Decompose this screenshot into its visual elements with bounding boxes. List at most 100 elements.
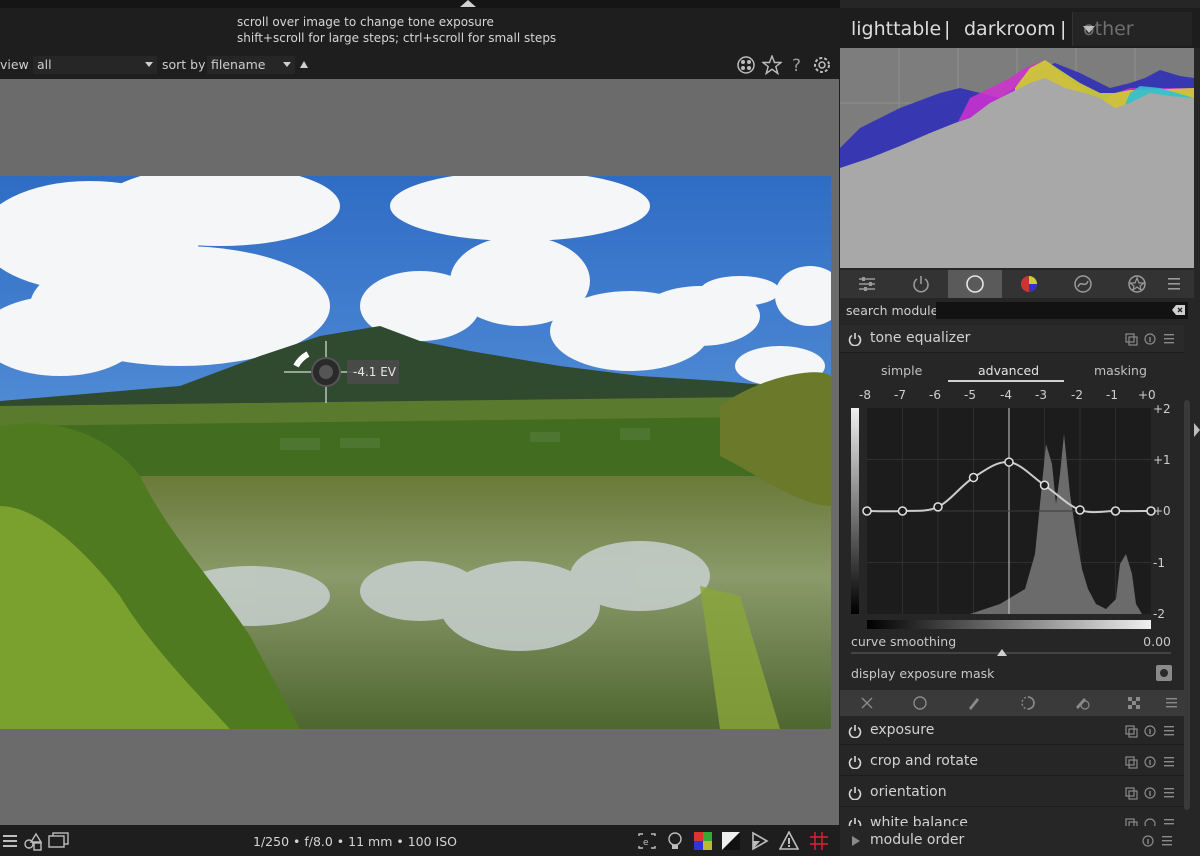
tab-advanced[interactable]: advanced — [978, 363, 1039, 378]
help-icon[interactable]: ? — [786, 54, 808, 76]
module-header-white-balance[interactable]: white balance — [840, 810, 1184, 826]
curve-node[interactable] — [1075, 505, 1085, 515]
tab-simple[interactable]: simple — [881, 363, 922, 378]
module-order-icons[interactable] — [1140, 833, 1176, 849]
image-exif-info: 1/250 • f/8.0 • 11 mm • 100 ISO — [253, 834, 457, 849]
center-view[interactable]: -4.1 EV — [0, 79, 839, 825]
search-module-input[interactable] — [936, 302, 1188, 319]
curve-node[interactable] — [968, 472, 979, 483]
view-switcher: lighttable | darkroom | other — [840, 8, 1200, 48]
sort-dropdown[interactable]: filename — [207, 56, 295, 74]
right-panel: lighttable | darkroom | other search mod… — [840, 0, 1200, 856]
curve-smoothing-slider[interactable]: curve smoothing 0.00 — [840, 634, 1184, 664]
hint-line-1: scroll over image to change tone exposur… — [237, 15, 494, 29]
power-icon[interactable] — [848, 817, 862, 826]
slider-track[interactable] — [851, 652, 1171, 654]
color-assessment-icon[interactable] — [692, 830, 714, 852]
module-header-crop-and-rotate[interactable]: crop and rotate — [840, 748, 1184, 776]
curve-node[interactable] — [1004, 457, 1014, 467]
display-exposure-mask-label: display exposure mask — [851, 666, 995, 681]
bottom-toolbar: 1/250 • f/8.0 • 11 mm • 100 ISO e — [0, 826, 839, 856]
parametric-mask-icon[interactable] — [1018, 694, 1038, 712]
histogram[interactable] — [840, 48, 1194, 268]
svg-text:e: e — [643, 838, 649, 848]
quick-access-icon[interactable] — [840, 270, 894, 298]
ev-scale-top: -8 -7 -6 -5 -4 -3 -2 -1 +0 — [840, 388, 1184, 402]
photo-preview[interactable]: -4.1 EV — [0, 176, 831, 729]
module-search: search module — [840, 300, 1194, 322]
filmstrip-filter-bar: view all sort by filename ? — [0, 52, 840, 78]
module-header-orientation[interactable]: orientation — [840, 779, 1184, 807]
menu-icon[interactable] — [1162, 694, 1182, 712]
menu-icon[interactable] — [1156, 270, 1194, 298]
display-exposure-mask-toggle[interactable] — [1156, 665, 1172, 681]
curve-node[interactable] — [862, 506, 872, 516]
module-name: tone equalizer — [870, 330, 971, 346]
power-icon[interactable] — [848, 332, 862, 346]
ev-right-label: -1 — [1153, 556, 1165, 570]
softproof-icon[interactable] — [749, 830, 771, 852]
module-order-label: module order — [870, 832, 965, 848]
svg-text:?: ? — [792, 56, 801, 75]
module-order-row[interactable]: module order — [840, 826, 1184, 856]
collapse-top-arrow-icon[interactable] — [460, 0, 476, 7]
ev-label: -1 — [1106, 388, 1118, 402]
module-header-exposure[interactable]: exposure — [840, 717, 1184, 745]
curve-node[interactable] — [933, 502, 943, 512]
gear-icon[interactable] — [811, 54, 833, 76]
sort-label: sort by — [162, 57, 206, 72]
sort-order-icon[interactable] — [293, 54, 315, 76]
guides-icon[interactable] — [808, 830, 830, 852]
chevron-down-icon — [283, 62, 291, 67]
active-modules-icon[interactable] — [894, 270, 948, 298]
ev-scale-right: +2 +1 +0 -1 -2 — [1153, 402, 1183, 634]
bulb-icon[interactable] — [664, 830, 686, 852]
collapse-right-arrow-icon[interactable] — [1194, 423, 1200, 437]
mask-off-icon[interactable] — [857, 694, 877, 712]
module-header-icons[interactable] — [1124, 754, 1180, 770]
base-modules-icon[interactable] — [948, 270, 1002, 298]
view-separator: | — [944, 18, 951, 40]
view-darkroom[interactable]: darkroom — [964, 18, 1056, 40]
right-panel-scrollbar[interactable] — [1184, 400, 1190, 810]
uniform-mask-icon[interactable] — [910, 694, 930, 712]
star-icon[interactable] — [761, 54, 783, 76]
power-icon[interactable] — [848, 724, 862, 738]
color-modules-icon[interactable] — [1002, 270, 1056, 298]
curve-smoothing-value: 0.00 — [1143, 634, 1171, 649]
correct-modules-icon[interactable] — [1056, 270, 1110, 298]
ev-label: -3 — [1035, 388, 1047, 402]
ev-right-label: +1 — [1153, 453, 1171, 467]
ev-right-label: -2 — [1153, 607, 1165, 621]
curve-node[interactable] — [897, 506, 908, 516]
search-module-label: search module — [846, 303, 939, 318]
tab-masking[interactable]: masking — [1094, 363, 1147, 378]
raster-mask-icon[interactable] — [1124, 694, 1144, 712]
clear-search-icon[interactable] — [1172, 304, 1185, 316]
view-filter-dropdown[interactable]: all — [33, 56, 157, 74]
display-exposure-mask-row: display exposure mask — [840, 662, 1184, 688]
overexposed-icon[interactable] — [720, 830, 742, 852]
expand-arrow-icon[interactable] — [851, 835, 861, 847]
view-lighttable[interactable]: lighttable — [851, 18, 941, 40]
power-icon[interactable] — [848, 786, 862, 800]
module-header-icons[interactable] — [1124, 331, 1180, 347]
tone-equalizer-graph[interactable]: +2 +1 +0 -1 -2 — [850, 402, 1184, 634]
curve-node[interactable] — [1039, 480, 1050, 490]
sort-value: filename — [211, 57, 266, 72]
module-header-icons[interactable] — [1124, 785, 1180, 801]
drawn-mask-icon[interactable] — [964, 694, 984, 712]
focus-peaking-icon[interactable]: e — [636, 830, 658, 852]
hint-line-2: shift+scroll for large steps; ctrl+scrol… — [237, 31, 557, 45]
module-header-icons[interactable] — [1124, 816, 1180, 826]
power-icon[interactable] — [848, 755, 862, 769]
curve-node[interactable] — [1110, 506, 1121, 516]
gamut-check-icon[interactable] — [778, 830, 800, 852]
view-other-dropdown[interactable]: other — [1072, 12, 1192, 46]
slider-marker-icon[interactable] — [997, 649, 1007, 656]
color-labels-icon[interactable] — [735, 54, 757, 76]
module-header-tone-equalizer[interactable]: tone equalizer — [840, 325, 1184, 353]
drawn-parametric-mask-icon[interactable] — [1072, 694, 1092, 712]
module-header-icons[interactable] — [1124, 723, 1180, 739]
view-separator: | — [1060, 18, 1067, 40]
